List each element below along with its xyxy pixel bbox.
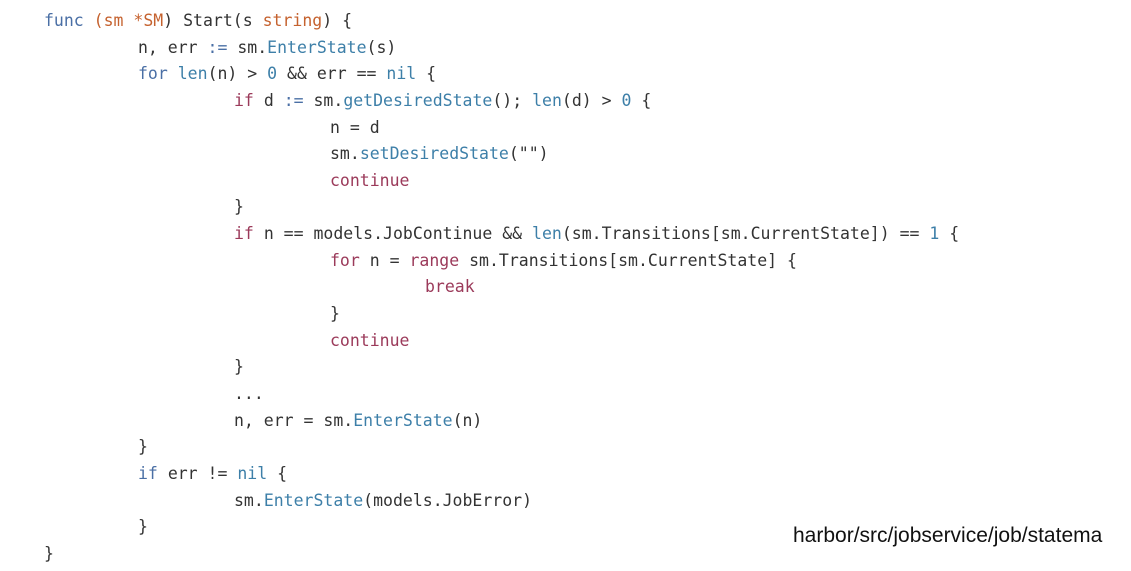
code-token: nil — [237, 464, 268, 483]
code-token: } — [330, 304, 340, 323]
file-path-caption: harbor/src/jobservice/job/statema — [793, 524, 1103, 547]
code-token: n = — [369, 251, 410, 270]
code-line: break — [425, 274, 475, 300]
code-line: continue — [330, 328, 409, 354]
code-token: := — [283, 91, 314, 110]
code-token: 0 — [267, 64, 278, 83]
code-token: if — [234, 224, 264, 243]
code-token: (n) — [452, 411, 483, 430]
code-token: sm. — [237, 38, 268, 57]
code-token: getDesiredState — [343, 91, 493, 110]
code-token: (s — [232, 11, 263, 30]
code-token: err != — [167, 464, 238, 483]
code-token: sm. — [234, 491, 264, 510]
code-token: } — [44, 544, 54, 563]
code-token: (s) — [366, 38, 397, 57]
code-token: Start — [183, 11, 233, 30]
code-token: { — [631, 91, 652, 110]
code-token: { — [416, 64, 437, 83]
code-view: func (sm *SM) Start(s string) {n, err :=… — [0, 0, 1131, 571]
code-token: 0 — [621, 91, 632, 110]
code-line: sm.setDesiredState("") — [330, 141, 549, 167]
code-token: (sm — [93, 11, 134, 30]
code-line: n, err := sm.EnterState(s) — [138, 35, 396, 61]
code-token: } — [138, 437, 148, 456]
code-line: if err != nil { — [138, 461, 287, 487]
code-line: } — [234, 194, 244, 220]
code-token: n, err = sm. — [234, 411, 354, 430]
code-token: continue — [330, 171, 410, 190]
code-token: n, err — [138, 38, 208, 57]
code-token: func — [44, 11, 94, 30]
code-token: sm.Transitions[sm.CurrentState] { — [469, 251, 797, 270]
code-token: (d) > — [561, 91, 622, 110]
code-line: for n = range sm.Transitions[sm.CurrentS… — [330, 248, 797, 274]
code-token: nil — [386, 64, 417, 83]
code-token: { — [267, 464, 288, 483]
code-token: for — [138, 64, 178, 83]
code-token: len — [532, 91, 562, 110]
code-token: setDesiredState — [359, 144, 509, 163]
code-token: EnterState — [353, 411, 453, 430]
code-token: (models.JobError) — [363, 491, 533, 510]
code-token: string — [262, 11, 323, 30]
code-token: break — [425, 277, 475, 296]
code-token: } — [234, 357, 244, 376]
code-token: for — [330, 251, 370, 270]
code-token: (n) > — [207, 64, 268, 83]
code-line: n, err = sm.EnterState(n) — [234, 408, 482, 434]
code-token: EnterState — [267, 38, 367, 57]
code-token: len — [177, 64, 208, 83]
code-token: ("") — [508, 144, 549, 163]
code-line: } — [330, 301, 340, 327]
code-token: if — [138, 464, 168, 483]
code-token: continue — [330, 331, 410, 350]
code-line: } — [234, 354, 244, 380]
code-line: if d := sm.getDesiredState(); len(d) > 0… — [234, 88, 651, 114]
code-token: := — [207, 38, 238, 57]
code-line: } — [138, 514, 148, 540]
code-token: EnterState — [263, 491, 364, 510]
code-token: (); — [492, 91, 533, 110]
code-token: 1 — [929, 224, 940, 243]
code-token: && err == — [277, 64, 387, 83]
code-token: len — [532, 224, 562, 243]
code-token: { — [939, 224, 960, 243]
code-line: if n == models.JobContinue && len(sm.Tra… — [234, 221, 959, 247]
code-token: ) { — [322, 11, 353, 30]
code-line: } — [138, 434, 148, 460]
code-token: ... — [234, 384, 264, 403]
code-token: } — [138, 517, 148, 536]
code-token: sm. — [313, 91, 344, 110]
code-token: sm. — [330, 144, 360, 163]
code-token: } — [234, 197, 244, 216]
code-token: n == models.JobContinue && — [263, 224, 533, 243]
code-token: n = d — [330, 118, 380, 137]
code-line: func (sm *SM) Start(s string) { — [44, 8, 352, 34]
code-line: ... — [234, 381, 264, 407]
code-token: range — [409, 251, 470, 270]
code-line: sm.EnterState(models.JobError) — [234, 488, 532, 514]
code-line: } — [44, 541, 54, 567]
code-token: ) — [163, 11, 184, 30]
code-token: if — [234, 91, 264, 110]
code-line: continue — [330, 168, 409, 194]
code-line: n = d — [330, 115, 380, 141]
code-line: for len(n) > 0 && err == nil { — [138, 61, 436, 87]
code-token: d — [263, 91, 284, 110]
code-token: *SM — [133, 11, 164, 30]
code-token: (sm.Transitions[sm.CurrentState]) == — [561, 224, 930, 243]
